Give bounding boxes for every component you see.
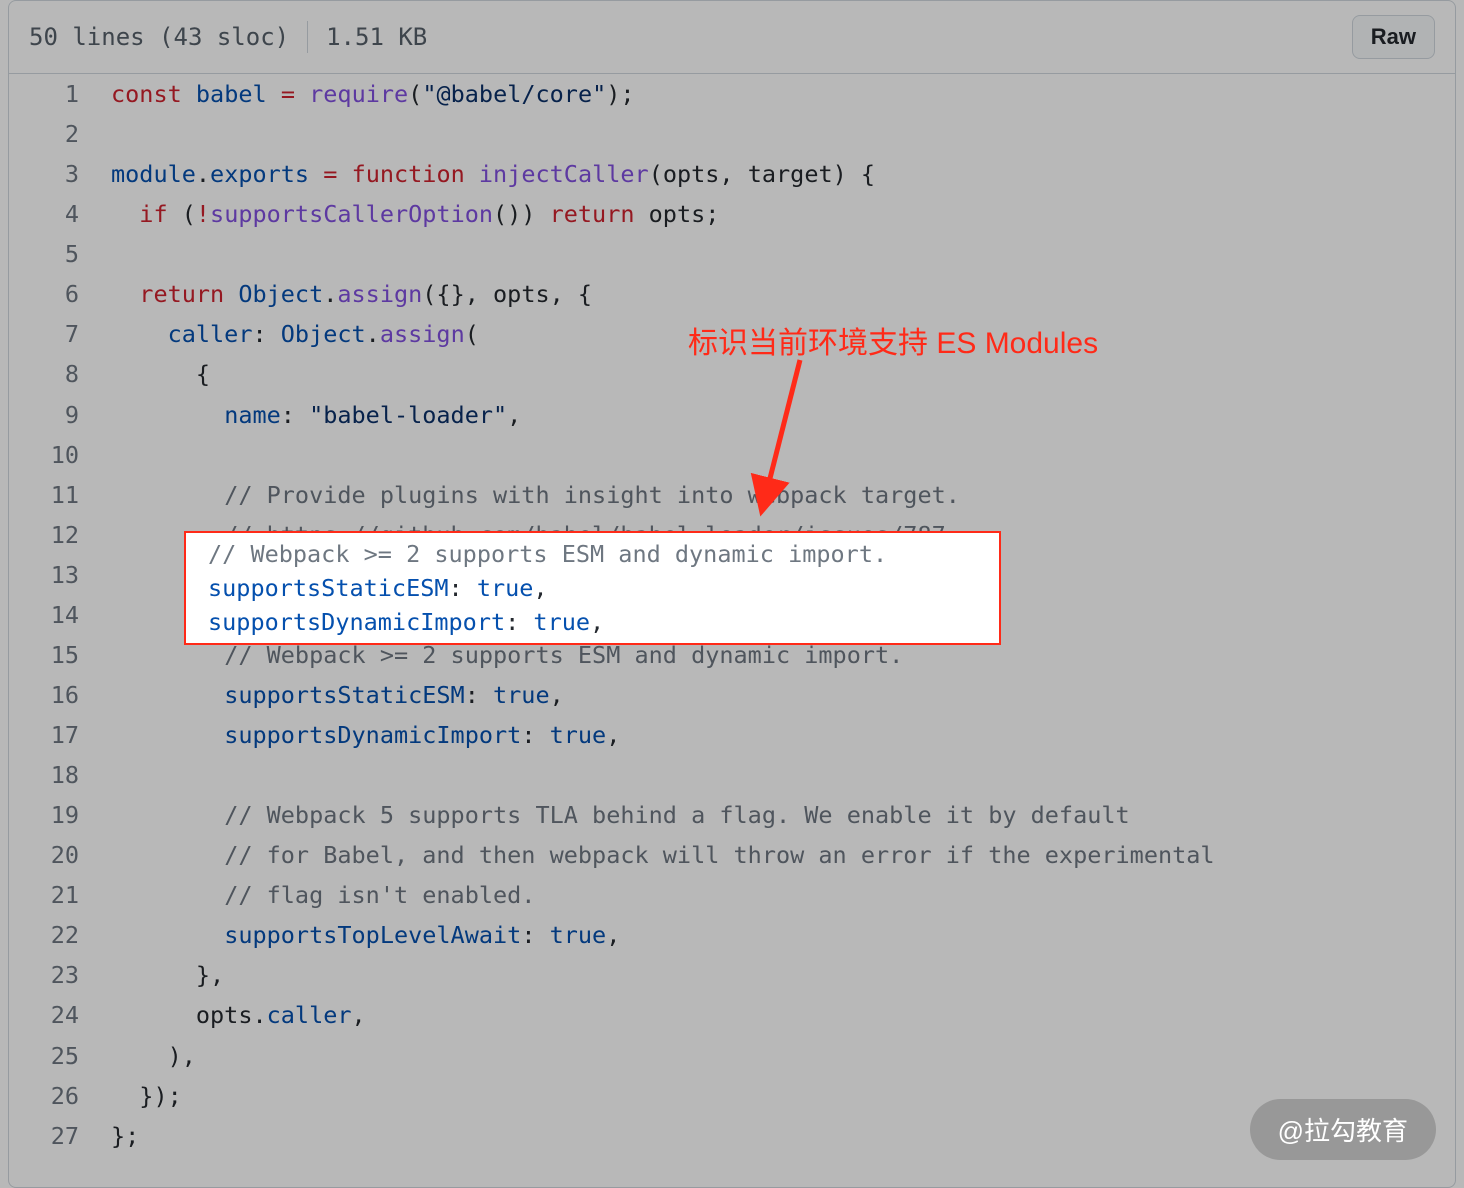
file-toolbar: 50 lines (43 sloc) 1.51 KB Raw [9,1,1455,74]
raw-button[interactable]: Raw [1352,15,1435,59]
watermark-badge: @拉勾教育 [1250,1099,1436,1160]
size-info: 1.51 KB [326,23,427,51]
lines-info: 50 lines (43 sloc) [29,23,289,51]
code-line[interactable]: const babel = require("@babel/core"); [95,74,1455,114]
line-number: 1 [9,74,95,114]
code-table: 1const babel = require("@babel/core"); 2… [9,74,1455,1156]
code-frame: 50 lines (43 sloc) 1.51 KB Raw 1const ba… [8,0,1456,1188]
annotation-text: 标识当前环境支持 ES Modules [688,318,1098,362]
toolbar-separator [307,21,308,53]
